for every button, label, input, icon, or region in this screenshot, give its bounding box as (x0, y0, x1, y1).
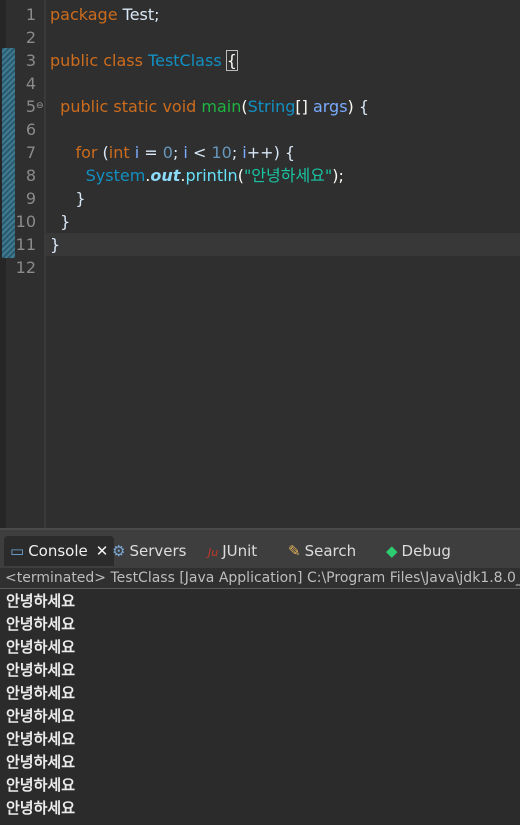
code-line[interactable]: 5 ⊖ public static void main(String[] args… (0, 95, 520, 118)
close-icon[interactable]: ✕ (96, 542, 109, 560)
code-line[interactable]: 2 (0, 26, 520, 49)
console-output-line: 안녕하세요 (6, 638, 76, 656)
line-number: 6 (25, 120, 36, 139)
code-text: } (50, 235, 61, 254)
code-text: package Test; (50, 5, 160, 24)
line-number: 12 (15, 258, 36, 277)
code-editor[interactable]: 1 package Test; 2 3 public class TestClass {… (0, 0, 520, 528)
code-line[interactable]: 12 (0, 256, 520, 279)
code-line[interactable]: 10 } (0, 210, 520, 233)
tab-label: Debug (401, 542, 451, 560)
code-line[interactable]: 7 for (int i = 0; i < 10; i++) { (0, 141, 520, 164)
line-number: 7 (25, 143, 36, 162)
code-text: for (int i = 0; i < 10; i++) { (75, 143, 296, 162)
tab-search[interactable]: ✎ Search (288, 536, 356, 566)
search-icon: ✎ (288, 542, 301, 560)
code-text: public static void main(String[] args) { (60, 97, 370, 116)
code-line[interactable]: 6 (0, 118, 520, 141)
tab-debug[interactable]: ◆ Debug (386, 536, 451, 566)
console-tab-bar: ▭ Console ✕ ⚙ Servers Ju JUnit ✎ Search ◆ Debug (0, 528, 520, 570)
console-output-line: 안녕하세요 (6, 592, 76, 610)
console-launch-info: <terminated> TestClass [Java Application… (0, 568, 520, 588)
console-output-line: 안녕하세요 (6, 684, 76, 702)
code-line[interactable]: 9 } (0, 187, 520, 210)
tab-label: Servers (129, 542, 187, 560)
console-output-line: 안녕하세요 (6, 776, 76, 794)
line-number: 5 (25, 97, 36, 116)
line-number: 10 (15, 212, 36, 231)
code-text: } (50, 212, 71, 231)
fold-collapse-icon[interactable]: ⊖ (36, 102, 44, 111)
console-output-line: 안녕하세요 (6, 799, 76, 817)
tab-label: Console (28, 542, 88, 560)
code-text: System.out.println("안녕하세요"); (85, 166, 344, 185)
console-output-line: 안녕하세요 (6, 753, 76, 771)
junit-icon: Ju (208, 546, 219, 559)
debug-icon: ◆ (386, 542, 398, 560)
code-line[interactable]: 3 public class TestClass { (0, 49, 520, 72)
code-line[interactable]: 1 package Test; (0, 3, 520, 26)
line-number: 4 (25, 74, 36, 93)
tab-servers[interactable]: ⚙ Servers (112, 536, 186, 566)
tab-label: Search (304, 542, 357, 560)
console-output-line: 안녕하세요 (6, 615, 76, 633)
tab-junit[interactable]: Ju JUnit (208, 536, 257, 566)
code-text: public class TestClass { (50, 50, 238, 71)
line-number: 11 (15, 235, 36, 254)
tab-label: JUnit (222, 542, 258, 560)
console-output-line: 안녕하세요 (6, 661, 76, 679)
line-number: 9 (25, 189, 36, 208)
console-output-line: 안녕하세요 (6, 730, 76, 748)
console-icon: ▭ (10, 542, 25, 560)
code-text: } (50, 189, 86, 208)
code-line[interactable]: 4 (0, 72, 520, 95)
console-output-line: 안녕하세요 (6, 707, 76, 725)
code-line[interactable]: 11} (0, 233, 520, 256)
line-number: 2 (25, 28, 36, 47)
tab-console[interactable]: ▭ Console ✕ (4, 536, 115, 566)
line-number: 3 (25, 51, 36, 70)
line-number: 8 (25, 166, 36, 185)
line-number: 1 (25, 5, 36, 24)
servers-icon: ⚙ (112, 542, 126, 560)
code-line[interactable]: 8 System.out.println("안녕하세요"); (0, 164, 520, 187)
console-output[interactable]: 안녕하세요 안녕하세요 안녕하세요 안녕하세요 안녕하세요 안녕하세요 안녕하세요 안녕하세요… (0, 589, 520, 825)
